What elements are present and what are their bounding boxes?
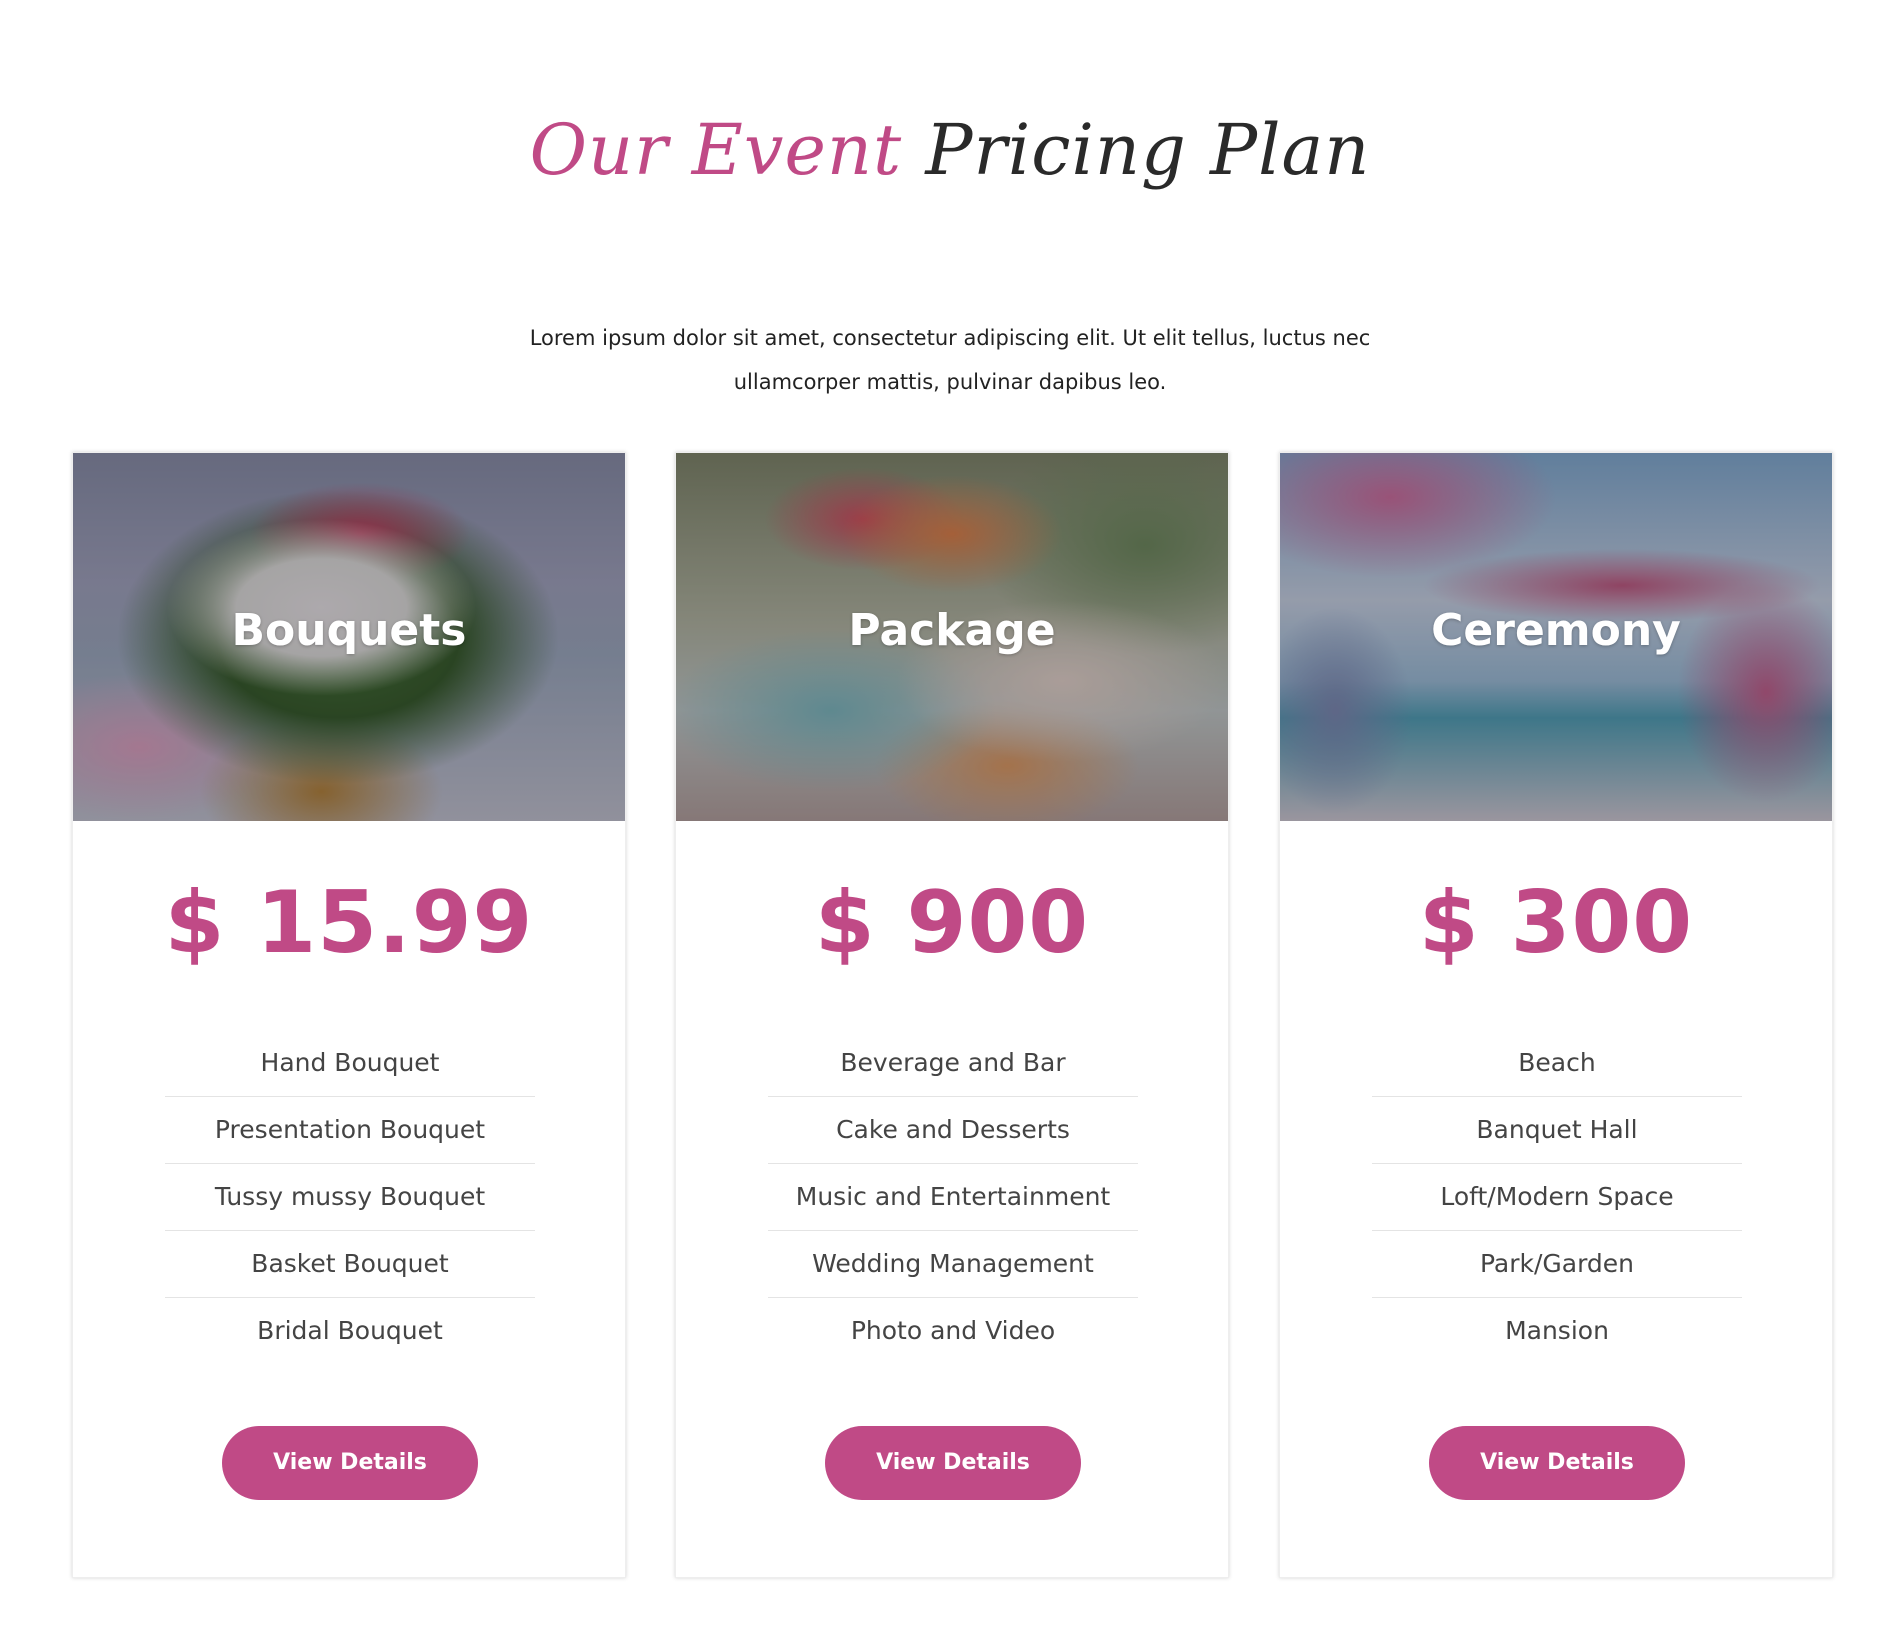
feature-item: Hand Bouquet (165, 1030, 535, 1097)
feature-item: Presentation Bouquet (165, 1097, 535, 1164)
pricing-card-bouquets: Bouquets $ 15.99 Hand Bouquet Presentati… (72, 452, 626, 1578)
feature-item: Tussy mussy Bouquet (165, 1164, 535, 1231)
page-title-main: Pricing Plan (925, 109, 1371, 191)
view-details-button[interactable]: View Details (825, 1426, 1081, 1500)
feature-item: Basket Bouquet (165, 1231, 535, 1298)
beach-ceremony-photo: Ceremony (1280, 453, 1832, 821)
plan-price: $ 15.99 (164, 873, 534, 973)
plan-price: $ 300 (1418, 873, 1694, 973)
page-title: Our Event Pricing Plan (0, 95, 1900, 205)
view-details-button[interactable]: View Details (222, 1426, 478, 1500)
bouquet-photo: Bouquets (73, 453, 625, 821)
feature-list: Beach Banquet Hall Loft/Modern Space Par… (1372, 1030, 1742, 1365)
feature-item: Bridal Bouquet (257, 1316, 443, 1345)
intro-text: Lorem ipsum dolor sit amet, consectetur … (529, 326, 1371, 394)
feature-list: Hand Bouquet Presentation Bouquet Tussy … (165, 1030, 535, 1365)
feature-item: Park/Garden (1372, 1231, 1742, 1298)
plan-name: Bouquets (231, 605, 467, 656)
feature-item: Beach (1372, 1030, 1742, 1097)
plan-name: Package (848, 605, 1056, 656)
feature-item: Wedding Management (768, 1231, 1138, 1298)
plan-name: Ceremony (1431, 605, 1681, 656)
feature-item: Mansion (1505, 1316, 1609, 1345)
pricing-card-package: Package $ 900 Beverage and Bar Cake and … (675, 452, 1229, 1578)
plan-price: $ 900 (814, 873, 1090, 973)
feature-list: Beverage and Bar Cake and Desserts Music… (768, 1030, 1138, 1365)
page-title-accent: Our Event (529, 109, 903, 191)
dessert-table-photo: Package (676, 453, 1228, 821)
feature-item: Photo and Video (850, 1316, 1056, 1345)
feature-item: Beverage and Bar (768, 1030, 1138, 1097)
feature-item: Banquet Hall (1372, 1097, 1742, 1164)
feature-item: Cake and Desserts (768, 1097, 1138, 1164)
pricing-card-ceremony: Ceremony $ 300 Beach Banquet Hall Loft/M… (1279, 452, 1833, 1578)
feature-item: Music and Entertainment (768, 1164, 1138, 1231)
view-details-button[interactable]: View Details (1429, 1426, 1685, 1500)
feature-item: Loft/Modern Space (1372, 1164, 1742, 1231)
